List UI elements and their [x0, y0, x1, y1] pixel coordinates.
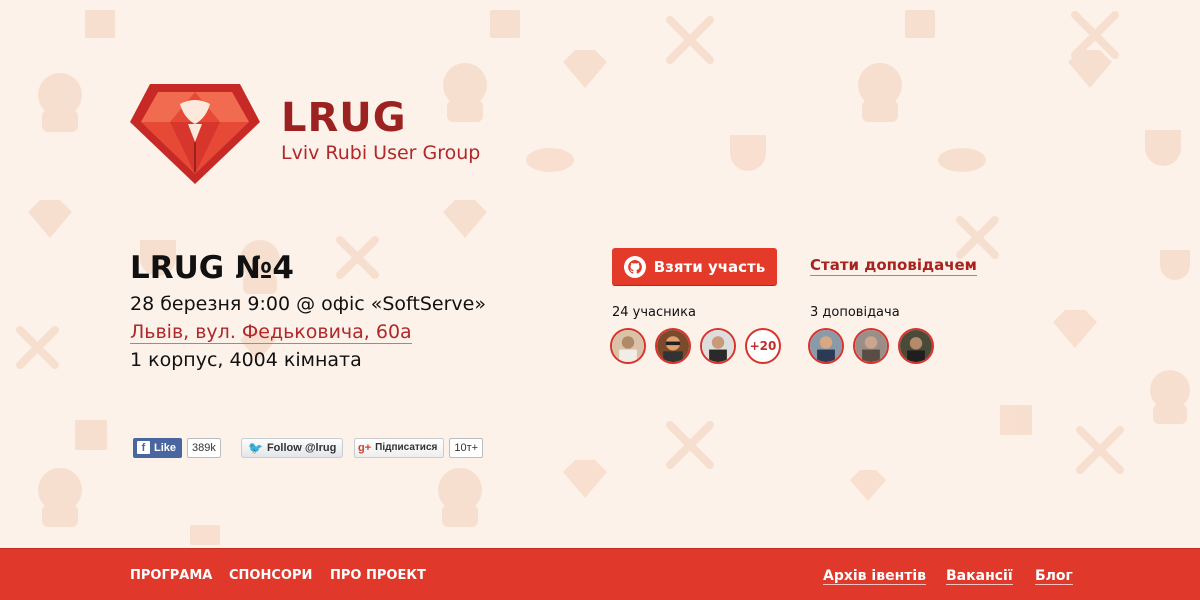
- nav-about[interactable]: ПРО ПРОЕКТ: [330, 568, 426, 583]
- gplus-follow-label: Підписатися: [375, 442, 438, 453]
- nav-events-archive[interactable]: Архів івентів: [823, 568, 927, 585]
- avatar[interactable]: [655, 328, 691, 364]
- speakers-count: 3 доповідача: [810, 305, 900, 320]
- twitter-bird-icon: 🐦: [248, 440, 263, 455]
- avatar[interactable]: [808, 328, 844, 364]
- facebook-like-label: Like: [154, 441, 177, 454]
- facebook-like-count: 389k: [187, 437, 221, 458]
- gplus-follow-button[interactable]: g+ Підписатися: [354, 437, 445, 458]
- gplus-follow-count: 10т+: [449, 437, 484, 458]
- nav-program[interactable]: ПРОГРАМА: [130, 568, 212, 583]
- speakers-avatars: [808, 328, 934, 364]
- gplus-icon: g+: [358, 441, 372, 454]
- brand-name: LRUG: [281, 95, 407, 141]
- lrug-lion-logo[interactable]: [130, 84, 260, 184]
- avatar[interactable]: [700, 328, 736, 364]
- join-button[interactable]: Взяти участь: [612, 248, 777, 285]
- twitter-follow-button[interactable]: 🐦 Follow @lrug: [241, 437, 344, 458]
- participants-avatars: +20: [610, 328, 781, 364]
- facebook-icon: f: [137, 441, 150, 454]
- event-date: 28 березня 9:00 @ офіс «SoftServe»: [130, 293, 486, 315]
- more-participants-count[interactable]: +20: [745, 328, 781, 364]
- twitter-follow-label: Follow @lrug: [266, 441, 337, 454]
- github-octocat-icon: [623, 255, 646, 278]
- event-address-link[interactable]: Львів, вул. Федьковича, 60а: [130, 321, 412, 344]
- become-speaker-link[interactable]: Стати доповідачем: [810, 256, 977, 276]
- brand-subtitle: Lviv Rubi User Group: [281, 142, 481, 164]
- avatar[interactable]: [853, 328, 889, 364]
- avatar[interactable]: [610, 328, 646, 364]
- facebook-like-button[interactable]: f Like: [133, 437, 183, 458]
- nav-blog[interactable]: Блог: [1035, 568, 1073, 585]
- event-title: LRUG №4: [130, 250, 294, 286]
- avatar[interactable]: [898, 328, 934, 364]
- event-room: 1 корпус, 4004 кімната: [130, 349, 362, 371]
- twitter-follow-widget[interactable]: 🐦 Follow @lrug: [241, 437, 344, 458]
- facebook-like-widget[interactable]: f Like 389k: [133, 437, 221, 458]
- nav-sponsors[interactable]: СПОНСОРИ: [229, 568, 312, 583]
- nav-vacancies[interactable]: Вакансії: [946, 568, 1013, 585]
- footer-nav: ПРОГРАМА СПОНСОРИ ПРО ПРОЕКТ Архів івент…: [0, 548, 1200, 600]
- participants-count: 24 учасника: [612, 305, 696, 320]
- gplus-follow-widget[interactable]: g+ Підписатися 10т+: [354, 437, 484, 458]
- join-button-label: Взяти участь: [653, 257, 766, 276]
